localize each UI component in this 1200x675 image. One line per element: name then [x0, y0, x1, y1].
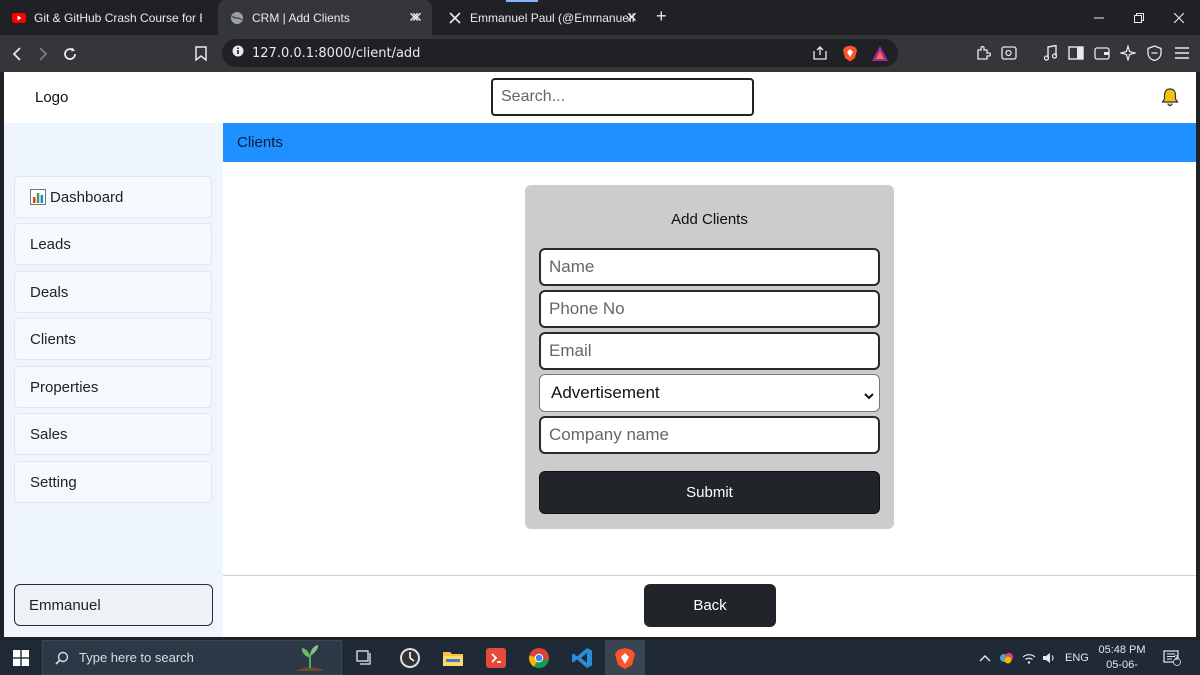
sidebar-item-label: Clients [30, 330, 76, 348]
vpn-shield-icon[interactable] [1144, 43, 1164, 63]
submit-button[interactable]: Submit [539, 471, 880, 514]
plant-illustration-icon [293, 643, 327, 673]
sidebar-item-label: Setting [30, 473, 77, 491]
phone-field[interactable] [539, 290, 880, 328]
email-field[interactable] [539, 332, 880, 370]
extensions-puzzle-icon[interactable] [973, 43, 993, 63]
close-tab-icon[interactable]: ✕ [411, 9, 423, 26]
back-arrow-icon[interactable] [4, 35, 30, 72]
tab-loading-indicator [506, 0, 538, 2]
site-info-icon[interactable] [232, 44, 244, 62]
chrome-icon[interactable] [526, 645, 552, 671]
browser-tab-x[interactable]: Emmanuel Paul (@EmmanuelPa2767) [436, 0, 646, 35]
form-title: Add Clients [671, 211, 748, 228]
tray-chevron-up-icon[interactable] [979, 640, 991, 675]
page-title: Clients [237, 134, 283, 151]
new-tab-icon[interactable]: + [656, 6, 667, 27]
url-text: 127.0.0.1:8000/client/add [252, 45, 421, 61]
sidebar-toggle-icon[interactable] [1066, 43, 1086, 63]
clock-date: 05-06-2026 [1106, 659, 1138, 675]
reader-mode-icon[interactable] [999, 43, 1019, 63]
add-client-form: Add Clients Advertisement Submit [525, 185, 894, 529]
tab-title: Emmanuel Paul (@EmmanuelPa2767) [470, 10, 634, 25]
close-tab-icon[interactable]: ✕ [626, 9, 638, 26]
bookmark-icon[interactable] [188, 35, 214, 72]
x-twitter-icon [448, 11, 462, 25]
leo-ai-icon[interactable] [1118, 43, 1138, 63]
web-page: Logo Dashboard Leads Deals Clients Prope… [4, 72, 1196, 637]
browser-toolbar: 127.0.0.1:8000/client/add [0, 35, 1200, 72]
sidebar-item-dashboard[interactable]: Dashboard [14, 176, 212, 218]
windows-start-icon[interactable] [8, 645, 34, 671]
browser-tab-youtube[interactable]: Git & GitHub Crash Course for Beginn [0, 0, 214, 35]
browser-tab-strip: Git & GitHub Crash Course for Beginn CRM… [0, 0, 1200, 35]
user-name: Emmanuel [29, 596, 101, 614]
source-selected-value: Advertisement [551, 383, 660, 402]
tab-title: Git & GitHub Crash Course for Beginn [34, 10, 202, 25]
media-music-icon[interactable] [1040, 43, 1060, 63]
search-input[interactable] [491, 78, 754, 116]
windows-taskbar: Type here to search ENG 05:48 PM 05-06-2… [0, 640, 1200, 675]
close-window-icon[interactable] [1156, 0, 1200, 35]
git-app-icon[interactable] [483, 645, 509, 671]
source-select[interactable]: Advertisement [539, 374, 880, 412]
sidebar-item-clients[interactable]: Clients [14, 318, 212, 360]
taskbar-search-placeholder: Type here to search [79, 650, 194, 665]
wifi-icon[interactable] [1022, 640, 1036, 675]
page-header-bar: Clients [223, 123, 1196, 162]
sidebar-item-label: Properties [30, 378, 99, 396]
user-profile-button[interactable]: Emmanuel [14, 584, 213, 626]
brave-rewards-icon[interactable] [870, 43, 890, 63]
language-indicator[interactable]: ENG [1065, 640, 1089, 675]
bell-icon[interactable] [1160, 87, 1180, 107]
sidebar-item-sales[interactable]: Sales [14, 413, 212, 455]
search-icon [55, 651, 69, 665]
reload-icon[interactable] [57, 35, 83, 72]
footer-divider [223, 575, 1196, 576]
name-field[interactable] [539, 248, 880, 286]
taskbar-search-box[interactable]: Type here to search [42, 640, 342, 675]
browser-tab-crm[interactable]: CRM | Add Clients ✕ [218, 0, 432, 35]
tab-title: CRM | Add Clients [252, 10, 350, 25]
brave-shield-icon[interactable] [840, 43, 860, 63]
file-explorer-icon[interactable] [440, 645, 466, 671]
chevron-down-icon [863, 387, 875, 400]
clock-app-icon[interactable] [397, 645, 423, 671]
sidebar-item-label: Dashboard [50, 188, 124, 206]
sidebar-item-deals[interactable]: Deals [14, 271, 212, 313]
meet-now-icon[interactable] [999, 640, 1015, 675]
volume-icon[interactable] [1042, 640, 1056, 675]
clock-time: 05:48 PM [1098, 644, 1146, 656]
back-button[interactable]: Back [644, 584, 776, 627]
share-icon[interactable] [810, 43, 830, 63]
youtube-icon [12, 11, 26, 25]
task-view-icon[interactable] [352, 645, 378, 671]
app-topbar: Logo [4, 72, 1196, 123]
wallet-icon[interactable] [1092, 43, 1112, 63]
sidebar-item-setting[interactable]: Setting [14, 461, 212, 503]
sidebar-item-label: Sales [30, 425, 68, 443]
sidebar-item-label: Deals [30, 283, 69, 301]
app-logo[interactable]: Logo [35, 89, 68, 106]
brave-browser-icon[interactable] [612, 645, 638, 671]
forward-arrow-icon[interactable] [30, 35, 56, 72]
vscode-icon[interactable] [569, 645, 595, 671]
company-name-field[interactable] [539, 416, 880, 454]
notification-center-icon[interactable]: 3 [1163, 640, 1181, 675]
sidebar-item-properties[interactable]: Properties [14, 366, 212, 408]
sidebar-item-leads[interactable]: Leads [14, 223, 212, 265]
notification-count: 3 [1174, 655, 1178, 662]
bar-chart-icon [30, 189, 46, 205]
address-bar[interactable]: 127.0.0.1:8000/client/add [222, 39, 898, 67]
menu-hamburger-icon[interactable] [1172, 43, 1192, 63]
sidebar-item-label: Leads [30, 235, 71, 253]
sidebar: Dashboard Leads Deals Clients Properties… [4, 123, 223, 637]
taskbar-clock[interactable]: 05:48 PM 05-06-2026 [1094, 643, 1150, 675]
globe-icon [230, 11, 244, 25]
